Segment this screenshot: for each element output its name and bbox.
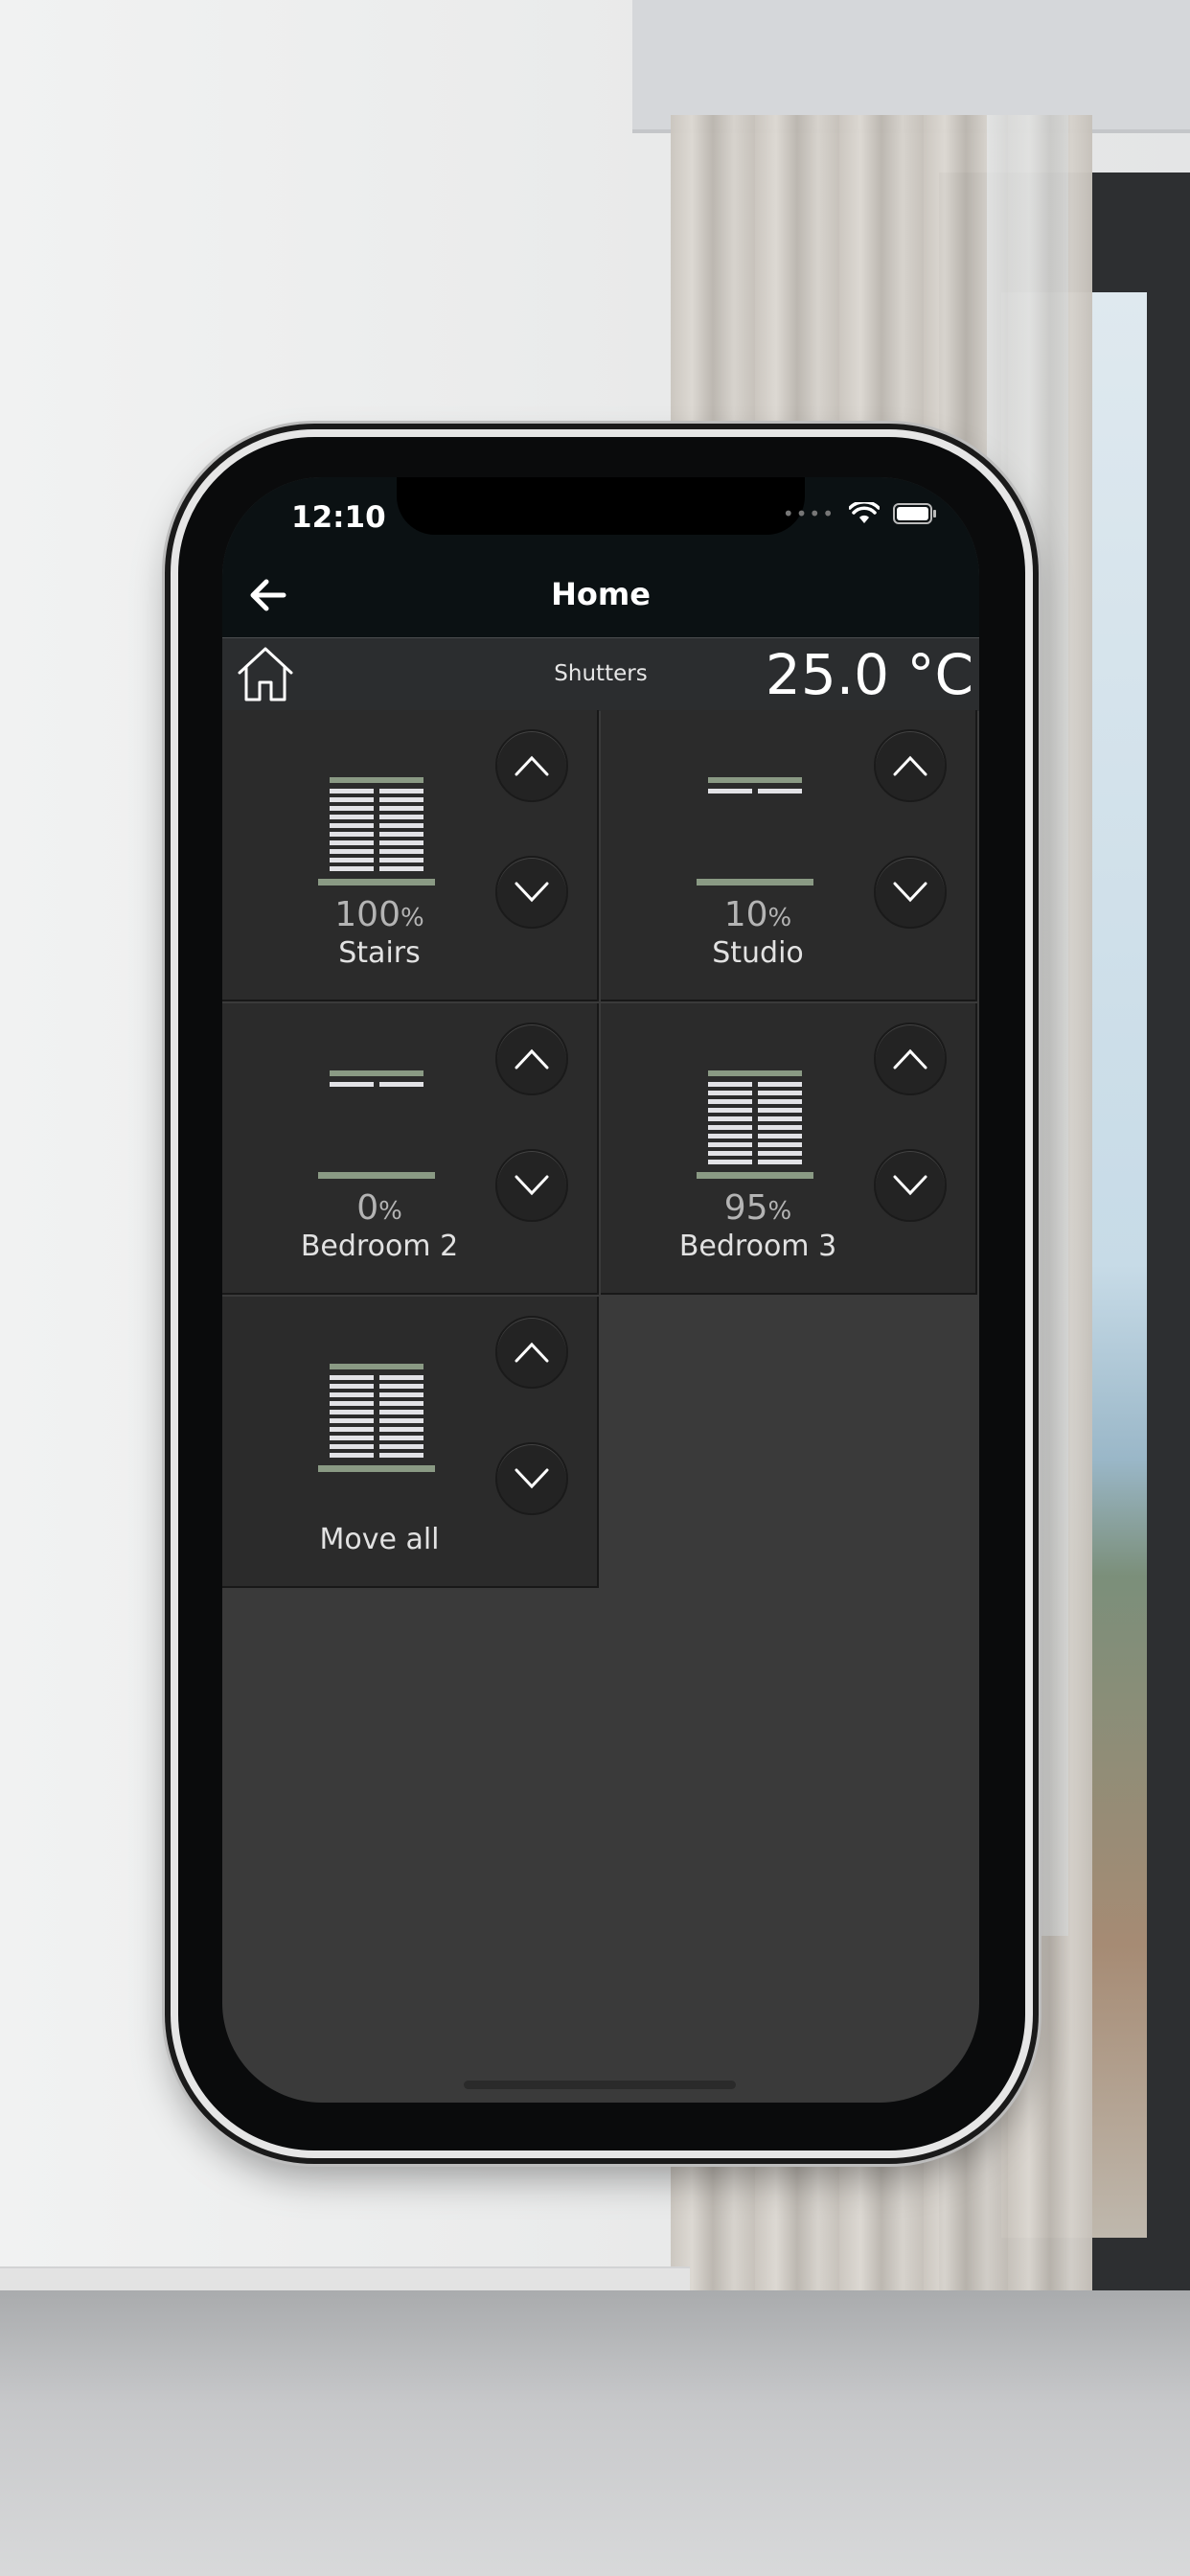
shutter-tile[interactable]: 100% Stairs [222, 710, 599, 1001]
chevron-down-icon [893, 882, 927, 903]
status-icons: •••• [783, 502, 937, 525]
shutter-name: Bedroom 2 [300, 1230, 459, 1263]
chevron-up-icon [893, 755, 927, 776]
shutter-percent: 100% [334, 895, 424, 934]
chevron-down-icon [515, 1468, 549, 1489]
shutter-percent: 95% [723, 1188, 792, 1228]
shutter-icon [318, 777, 435, 886]
chevron-down-icon [515, 1175, 549, 1196]
shutter-down-button[interactable] [874, 1149, 947, 1222]
shutter-tile[interactable]: 0% Bedroom 2 [222, 1003, 599, 1295]
shutter-name: Stairs [338, 936, 421, 970]
chevron-up-icon [515, 1342, 549, 1363]
shutter-icon [697, 777, 813, 886]
signal-dots-icon: •••• [782, 502, 835, 525]
shutter-icon [318, 1364, 435, 1472]
home-indicator[interactable] [464, 2081, 736, 2089]
shutter-percent: 0% [356, 1188, 402, 1228]
shutter-icon [697, 1070, 813, 1179]
status-time: 12:10 [291, 500, 386, 535]
shutter-down-button[interactable] [874, 856, 947, 929]
background-ceiling [632, 0, 1190, 133]
shutter-tile[interactable]: 10% Studio [601, 710, 977, 1001]
shutter-name: Move all [319, 1523, 440, 1556]
chevron-up-icon [515, 1048, 549, 1070]
move-all-down-button[interactable] [495, 1442, 568, 1515]
shutter-tile-move-all[interactable]: Move all [222, 1297, 599, 1588]
chevron-down-icon [893, 1175, 927, 1196]
move-all-up-button[interactable] [495, 1316, 568, 1389]
shutter-tile[interactable]: 95% Bedroom 3 [601, 1003, 977, 1295]
section-bar: Shutters 25.0 °C [222, 637, 979, 711]
background-floor [0, 2290, 1190, 2576]
shutter-name: Bedroom 3 [678, 1230, 837, 1263]
phone-notch [397, 477, 805, 535]
shutter-up-button[interactable] [874, 1023, 947, 1095]
page-title: Home [551, 576, 651, 612]
shutter-name: Studio [712, 936, 804, 970]
app-header: 12:10 •••• Home [222, 477, 979, 637]
shutter-down-button[interactable] [495, 1149, 568, 1222]
shutter-down-button[interactable] [495, 856, 568, 929]
chevron-down-icon [515, 882, 549, 903]
shutter-up-button[interactable] [495, 729, 568, 802]
temperature-readout: 25.0 °C [765, 642, 973, 707]
phone-screen: 12:10 •••• Home Shutters 25.0 °C 100% St… [222, 477, 979, 2103]
chevron-up-icon [515, 755, 549, 776]
wifi-icon [849, 502, 880, 525]
phone-frame: 12:10 •••• Home Shutters 25.0 °C 100% St… [171, 429, 1033, 2158]
shutter-percent: 10% [723, 895, 792, 934]
shutter-icon [318, 1070, 435, 1179]
chevron-up-icon [893, 1048, 927, 1070]
shutter-up-button[interactable] [874, 729, 947, 802]
battery-icon [893, 502, 937, 525]
shutter-up-button[interactable] [495, 1023, 568, 1095]
